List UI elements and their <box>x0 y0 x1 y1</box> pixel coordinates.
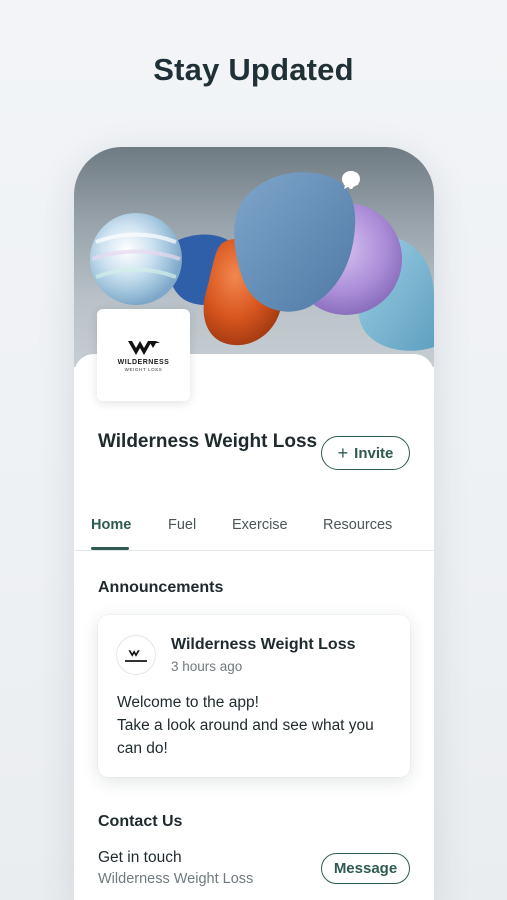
avatar-wordmark-line <box>125 659 147 662</box>
message-button[interactable]: Message <box>321 853 410 884</box>
invite-button[interactable]: + Invite <box>321 436 410 470</box>
tab-exercise[interactable]: Exercise <box>232 517 288 533</box>
tab-fuel[interactable]: Fuel <box>168 517 196 533</box>
phone-frame: WILDERNESS WEIGHT LOSS Wilderness Weight… <box>74 147 434 900</box>
contact-title: Contact Us <box>98 813 183 830</box>
group-logo: WILDERNESS WEIGHT LOSS <box>97 309 190 401</box>
active-tab-indicator <box>91 547 129 550</box>
post-body: Welcome to the app! Take a look around a… <box>117 691 399 760</box>
post-line: can do! <box>117 740 168 757</box>
contact-heading: Get in touch <box>98 849 182 866</box>
plus-icon: + <box>337 443 349 463</box>
bell-icon[interactable] <box>343 169 408 191</box>
logo-wordmark: WILDERNESS <box>117 358 170 366</box>
avatar <box>116 635 156 675</box>
logo-subtitle: WEIGHT LOSS <box>124 366 163 372</box>
tab-home[interactable]: Home <box>91 517 131 533</box>
tab-bar: Home Fuel Exercise Resources <box>74 505 434 551</box>
post-timestamp: 3 hours ago <box>171 659 243 674</box>
wilderness-logo-icon <box>128 649 140 657</box>
wilderness-logo-icon <box>127 340 160 355</box>
announcement-card[interactable]: Wilderness Weight Loss 3 hours ago Welco… <box>98 615 410 777</box>
group-title: Wilderness Weight Loss <box>98 431 318 452</box>
page-headline: Stay Updated <box>153 52 354 87</box>
post-line: Take a look around and see what you <box>117 717 374 734</box>
post-author: Wilderness Weight Loss <box>171 636 356 653</box>
contact-name: Wilderness Weight Loss <box>98 871 254 887</box>
tab-resources[interactable]: Resources <box>323 517 392 533</box>
announcements-title: Announcements <box>98 579 224 596</box>
invite-label: Invite <box>354 444 394 462</box>
post-line: Welcome to the app! <box>117 694 259 711</box>
